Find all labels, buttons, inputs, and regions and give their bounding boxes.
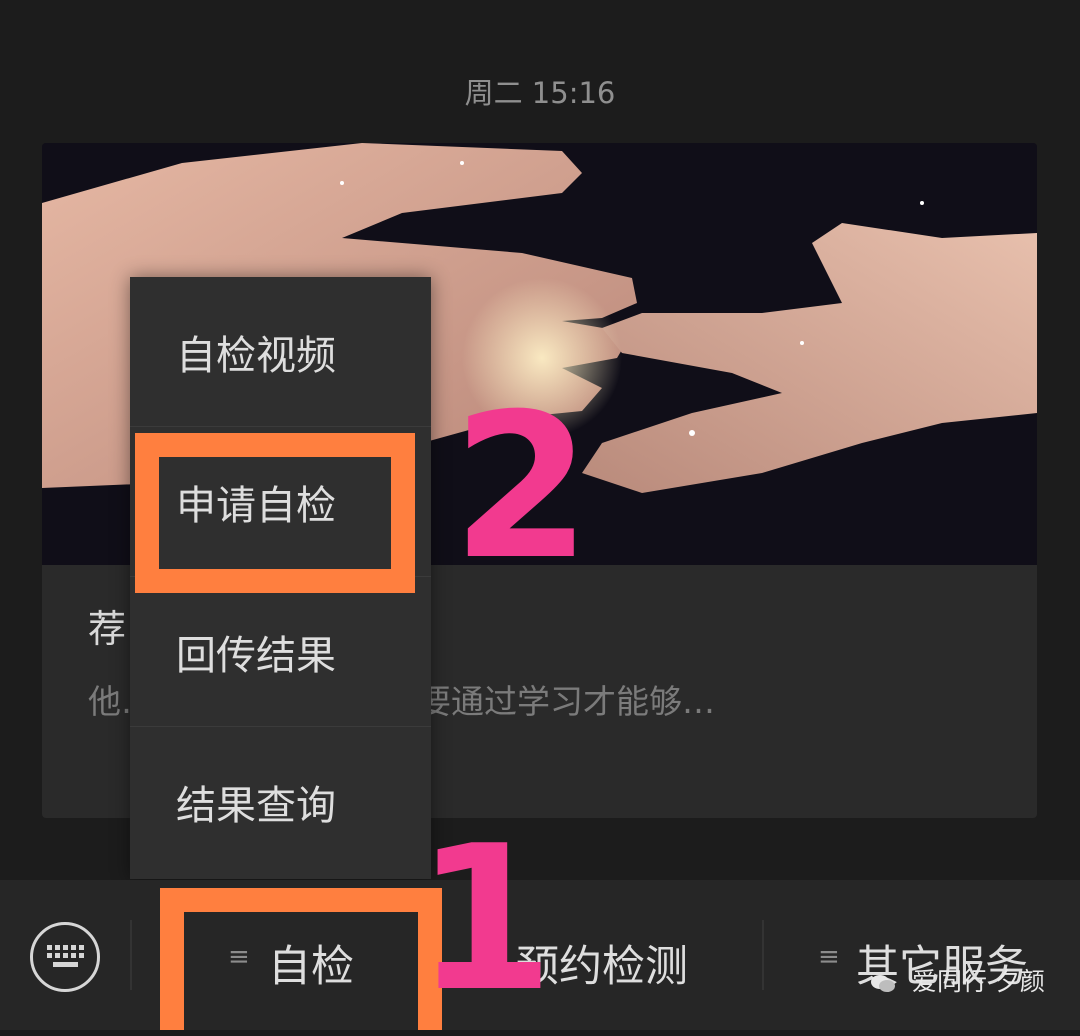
wechat-icon: [870, 972, 896, 994]
menu-item-label: 结果查询: [176, 783, 336, 829]
menu-item-result-query[interactable]: 结果查询: [130, 727, 431, 877]
watermark: 爱同行 夕颜: [870, 962, 1045, 998]
menu-lines-icon: ≡: [818, 942, 840, 972]
step-number-one: 1: [415, 803, 555, 1036]
message-timestamp: 周二 15:16: [464, 76, 616, 110]
menu-item-label: 自检视频: [176, 332, 336, 379]
menu-item-return-results[interactable]: 回传结果: [130, 577, 431, 727]
tab-other-services[interactable]: ≡ 其它服务: [780, 880, 1080, 1030]
watermark-text: 爱同行 夕颜: [911, 967, 1045, 996]
highlight-box-self-test: [160, 888, 442, 1030]
highlight-box-apply: [135, 433, 415, 593]
menu-item-label: 回传结果: [176, 632, 336, 679]
keyboard-button[interactable]: [30, 922, 100, 992]
keyboard-icon: [47, 945, 84, 967]
menu-item-self-test-video[interactable]: 自检视频: [130, 277, 431, 427]
separator: [762, 920, 764, 990]
separator: [130, 920, 132, 990]
step-number-two: 2: [452, 371, 592, 604]
